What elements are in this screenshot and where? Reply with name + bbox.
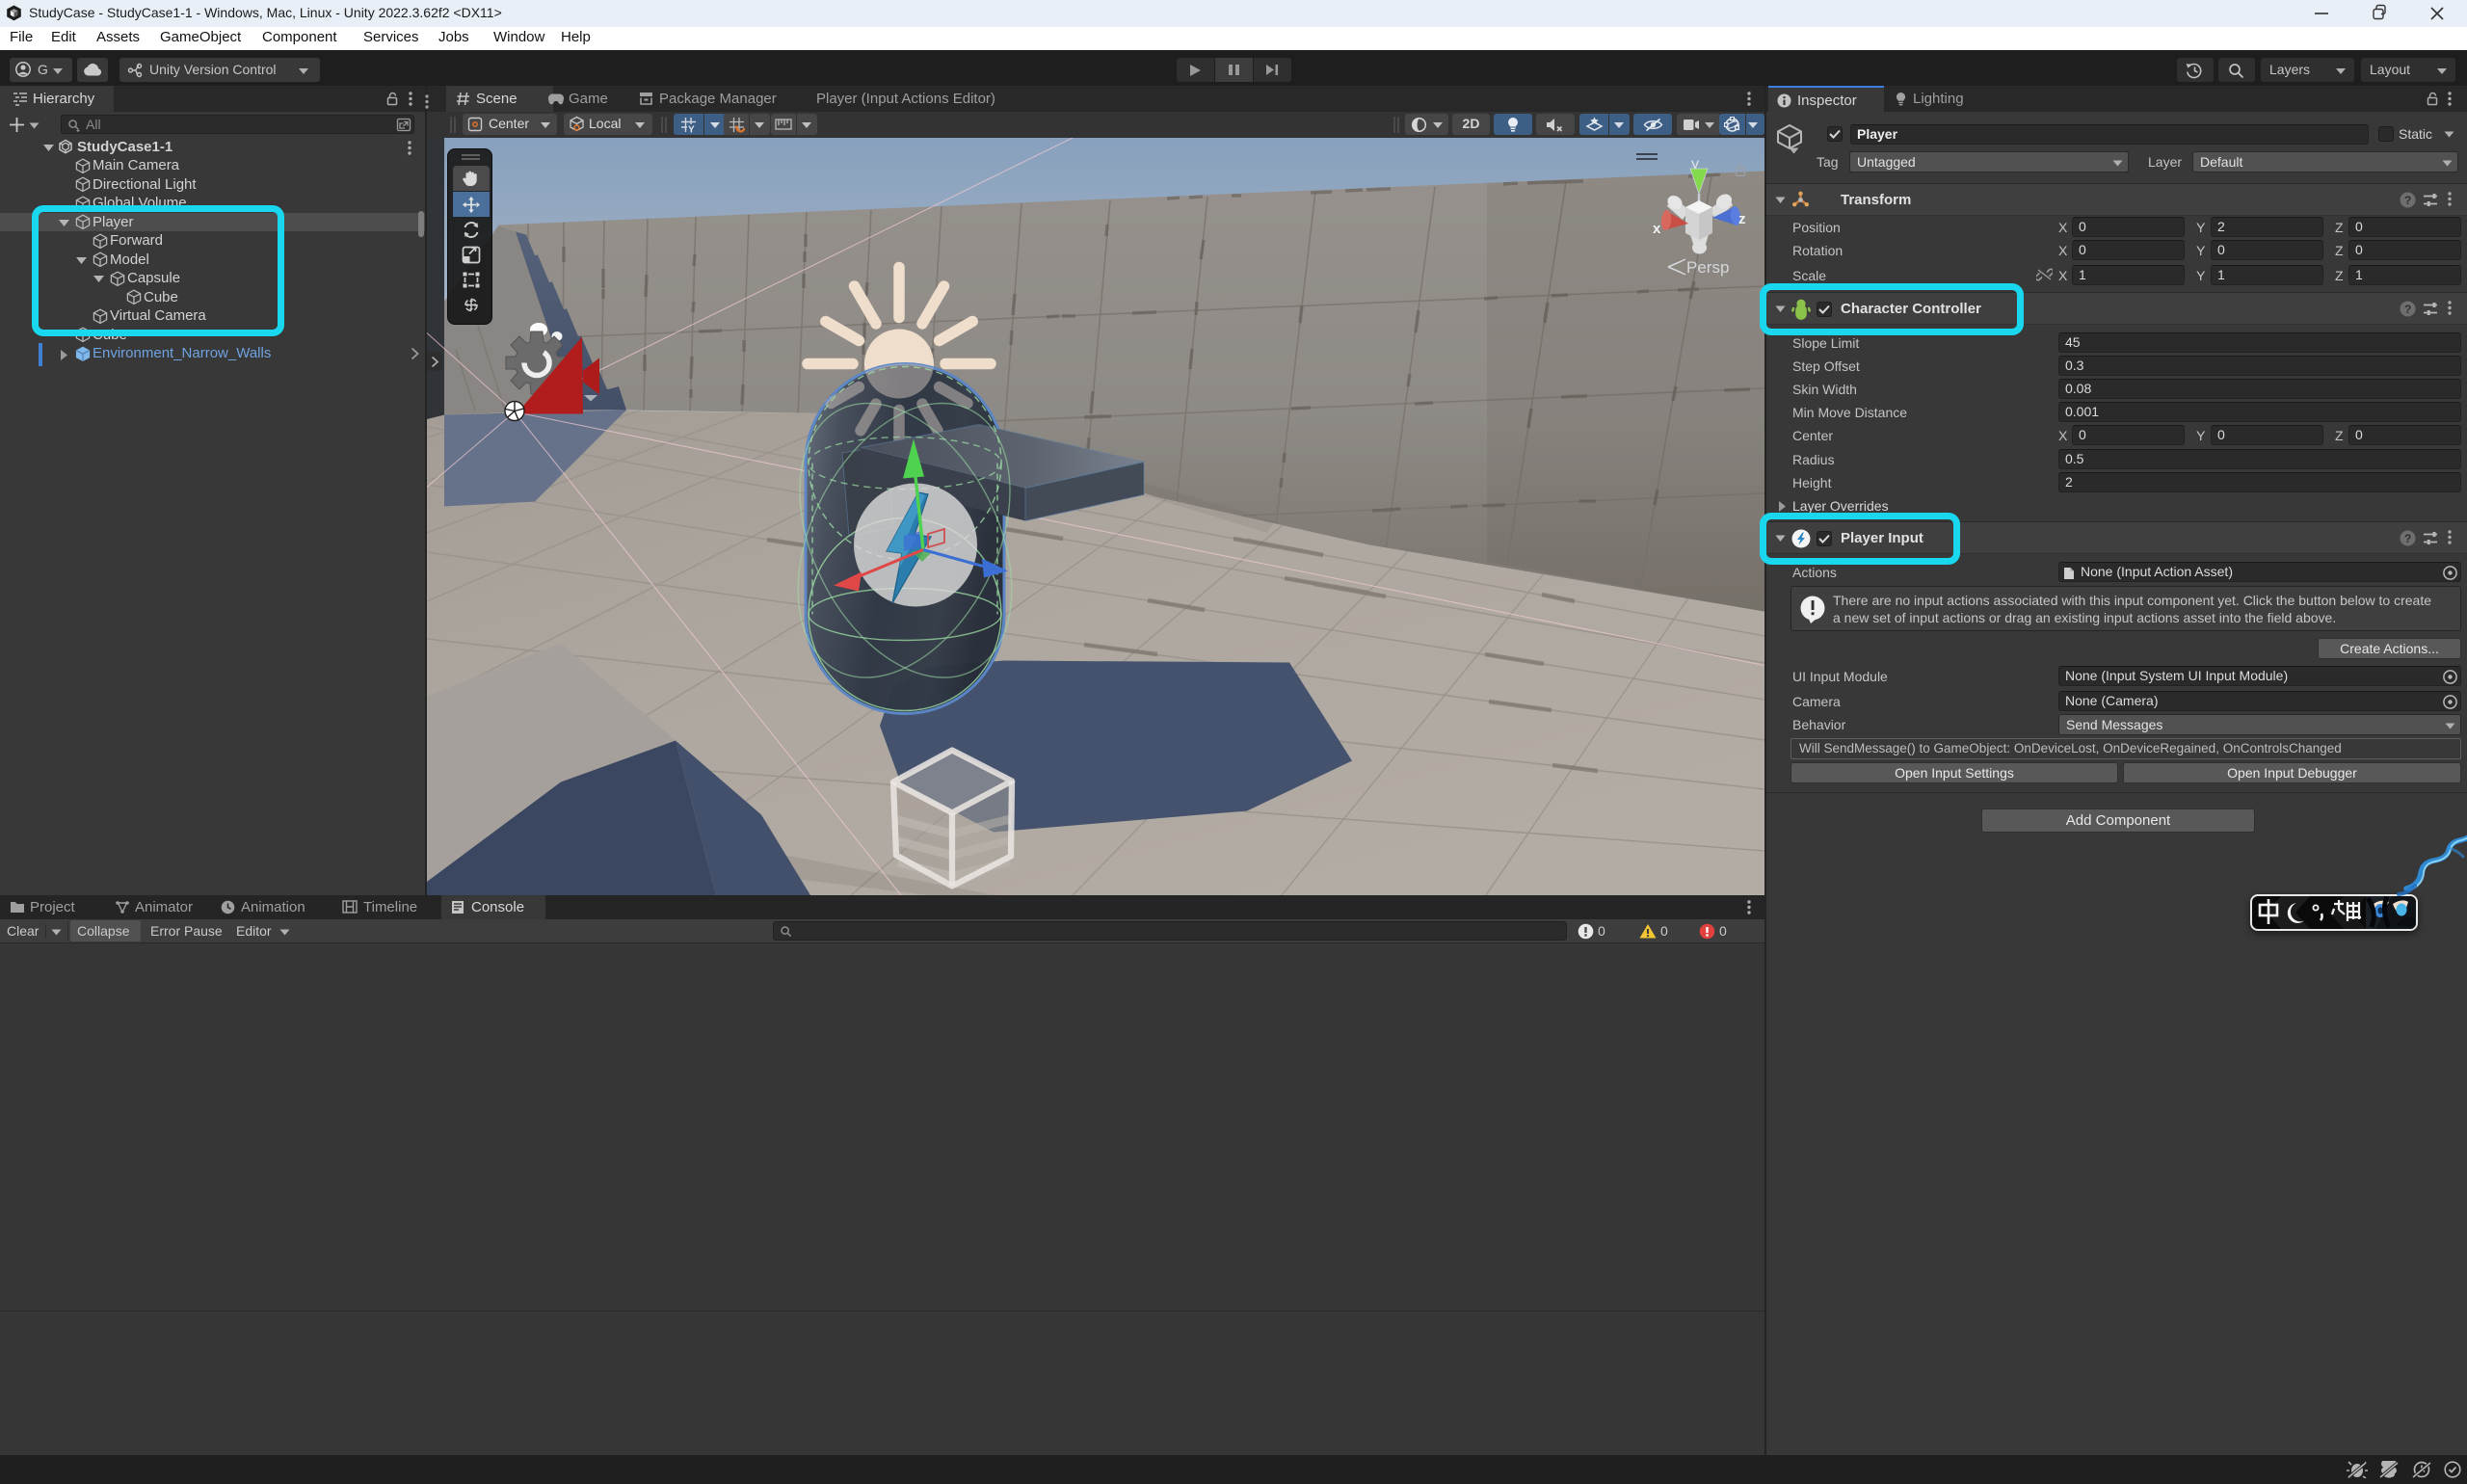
svg-text:?: ? xyxy=(2404,303,2411,316)
svg-text:x: x xyxy=(1653,221,1661,237)
svg-text:?: ? xyxy=(2404,532,2411,545)
svg-text:Y: Y xyxy=(688,125,695,134)
svg-text:Persp: Persp xyxy=(1686,258,1729,277)
svg-text:z: z xyxy=(1738,211,1746,227)
svg-text:?: ? xyxy=(2404,194,2411,207)
